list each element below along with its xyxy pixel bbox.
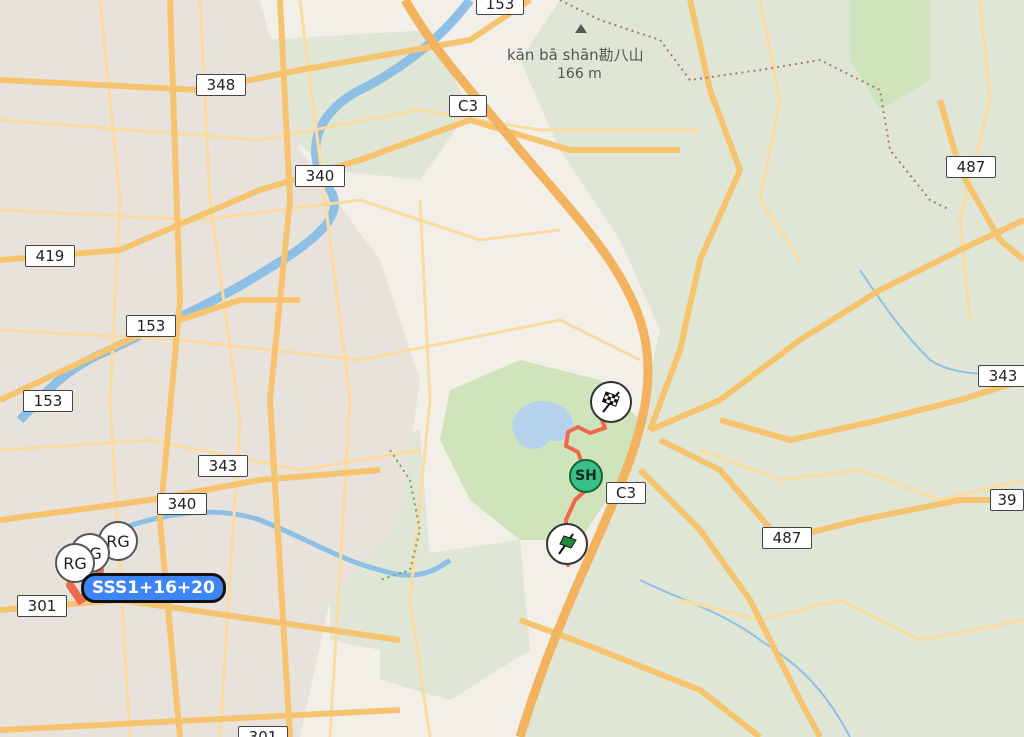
peak-elevation: 166 m (557, 66, 602, 82)
route-shield: 343 (198, 455, 248, 477)
map-base-layer (0, 0, 1024, 737)
peak-name: kān bā shān勘八山 (507, 46, 644, 64)
route-shield: 153 (476, 0, 524, 15)
route-shield: C3 (449, 95, 487, 117)
green-flag-icon[interactable] (546, 523, 588, 565)
route-shield: 301 (17, 595, 67, 617)
checkered-flag-icon[interactable] (590, 381, 632, 423)
route-shield: C3 (606, 482, 646, 504)
route-shield: 39 (990, 489, 1024, 511)
route-shield: 487 (946, 156, 996, 178)
stage-label-badge[interactable]: SSS1+16+20 (81, 573, 226, 603)
map-canvas[interactable]: 153 348 C3 340 487 419 153 153 343 343 C… (0, 0, 1024, 737)
route-shield: 419 (25, 245, 75, 267)
route-shield: 340 (157, 493, 207, 515)
route-shield: 340 (295, 165, 345, 187)
route-shield: 301 (238, 726, 288, 737)
service-marker[interactable]: SH (569, 459, 603, 493)
mountain-peak-icon (575, 24, 587, 33)
route-shield: 153 (126, 315, 176, 337)
route-shield: 153 (23, 390, 73, 412)
route-shield: 487 (762, 527, 812, 549)
route-shield: 343 (978, 365, 1024, 387)
route-shield: 348 (196, 74, 246, 96)
